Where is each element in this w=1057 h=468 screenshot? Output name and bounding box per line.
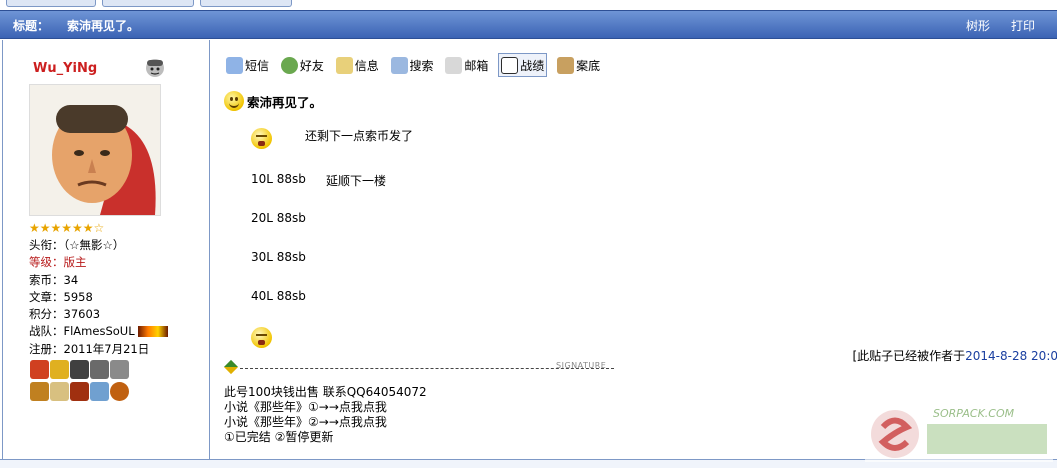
medal-icon[interactable]	[110, 360, 129, 379]
medal-icon[interactable]	[30, 360, 49, 379]
toolbar-label: 好友	[299, 58, 324, 73]
author-info: 头衔：（☆無影☆） 等级：版主 索币：34 文章：5958 积分：37603 战…	[29, 237, 169, 358]
rank-stars: ★★★★★★☆	[29, 221, 105, 235]
toolbar-label: 战绩	[520, 58, 545, 73]
top-tab-1[interactable]	[6, 0, 96, 7]
user-team[interactable]: 战队：FlAmesSoUL	[29, 324, 135, 338]
toolbar-message[interactable]: 短信	[224, 54, 271, 76]
search-icon	[390, 56, 408, 74]
file-icon	[557, 56, 575, 74]
signature-divider: SIGNATURE	[223, 359, 616, 376]
pencil-icon	[223, 359, 239, 375]
post-container: Wu_YiNg ★★★★★★☆ 头衔：（☆無影☆） 等级：版主 索币：34 文章…	[2, 40, 1057, 461]
smile-icon	[224, 91, 244, 111]
toolbar-mail[interactable]: 邮箱	[443, 54, 490, 76]
site-watermark-logo: SORPACK.COM	[865, 402, 1053, 462]
toolbar-label: 案底	[576, 58, 601, 73]
user-toolbar: 短信 好友 信息 搜索 邮箱 战绩 案底	[224, 53, 606, 77]
basketball-medal-icon[interactable]	[110, 382, 129, 401]
toolbar-file[interactable]: 案底	[555, 54, 602, 76]
user-team-row: 战队：FlAmesSoUL	[29, 323, 169, 340]
floor-label: 40L 88sb	[251, 289, 306, 303]
toolbar-label: 短信	[245, 58, 270, 73]
user-coins: 索币：34	[29, 272, 79, 287]
medal-icon[interactable]	[90, 382, 109, 401]
post-title-text: 索沛再见了。	[247, 94, 323, 110]
mail-icon	[445, 56, 463, 74]
message-icon	[226, 56, 243, 74]
edit-notice-prefix: [此贴子已经被作者于	[852, 349, 966, 363]
post-title-bar: 标题： 索沛再见了。 树形 打印	[0, 10, 1057, 39]
post-title: 索沛再见了。	[224, 91, 322, 111]
print-link[interactable]: 打印	[1011, 17, 1035, 34]
toolbar-label: 邮箱	[464, 58, 489, 73]
post-content-panel: 短信 好友 信息 搜索 邮箱 战绩 案底 索沛再见了。 还剩下一点索币发了 10…	[210, 40, 1057, 461]
subject-text: 索沛再见了。	[67, 19, 140, 33]
signature-link[interactable]: 小说《那些年》②→→点我点我	[224, 415, 387, 430]
toolbar-record[interactable]: 战绩	[498, 53, 548, 77]
author-panel: Wu_YiNg ★★★★★★☆ 头衔：（☆無影☆） 等级：版主 索币：34 文章…	[3, 40, 210, 461]
medal-icon[interactable]	[90, 360, 109, 379]
medal-list	[30, 360, 150, 404]
signature-link[interactable]: 小说《那些年》①→→点我点我	[224, 400, 387, 415]
record-icon	[501, 56, 519, 74]
user-register-date: 注册：2011年7月21日	[29, 341, 150, 356]
medal-icon[interactable]	[50, 360, 69, 379]
user-title: 头衔：（☆無影☆）	[29, 238, 125, 252]
edit-notice: [此贴子已经被作者于2014-8-28 20:0	[852, 347, 1057, 364]
friends-icon	[280, 56, 298, 74]
emoticon-icon	[251, 327, 272, 348]
toolbar-label: 搜索	[409, 58, 434, 73]
signature-line: 此号100块钱出售 联系QQ64054072	[224, 385, 427, 399]
top-tab-3[interactable]	[200, 0, 292, 7]
user-posts: 文章：5958	[29, 289, 93, 304]
medal-icon[interactable]	[70, 360, 89, 379]
floor-note: 延顺下一楼	[326, 174, 387, 188]
user-level: 等级：版主	[29, 255, 87, 270]
author-name[interactable]: Wu_YiNg	[33, 61, 97, 76]
medal-icon[interactable]	[50, 382, 69, 401]
toolbar-search[interactable]: 搜索	[389, 54, 436, 76]
toolbar-label: 信息	[354, 58, 379, 73]
online-status-icon	[146, 59, 164, 77]
top-tab-2[interactable]	[102, 0, 194, 7]
floor-label: 10L 88sb	[251, 172, 306, 186]
info-icon	[335, 56, 353, 74]
toolbar-info[interactable]: 信息	[334, 54, 381, 76]
signature-word: SIGNATURE	[556, 361, 607, 370]
floor-label: 30L 88sb	[251, 250, 306, 264]
post-first-line: 还剩下一点索币发了	[305, 129, 414, 143]
edit-notice-time: 2014-8-28 20:0	[965, 349, 1057, 363]
avatar-image	[30, 85, 160, 215]
tree-view-link[interactable]: 树形	[966, 17, 990, 34]
team-fire-icon	[138, 326, 169, 338]
medal-icon[interactable]	[70, 382, 89, 401]
avatar[interactable]	[29, 84, 161, 216]
emoticon-icon	[251, 128, 272, 149]
toolbar-friends[interactable]: 好友	[279, 54, 326, 76]
user-points: 积分：37603	[29, 307, 101, 322]
medal-icon[interactable]	[30, 382, 49, 401]
floor-label: 20L 88sb	[251, 211, 306, 225]
svg-text:SORPACK.COM: SORPACK.COM	[933, 407, 1015, 420]
subject-label: 标题：	[13, 19, 50, 33]
browser-top-strip	[0, 0, 1057, 9]
signature-line: ①已完结 ②暂停更新	[224, 430, 334, 444]
